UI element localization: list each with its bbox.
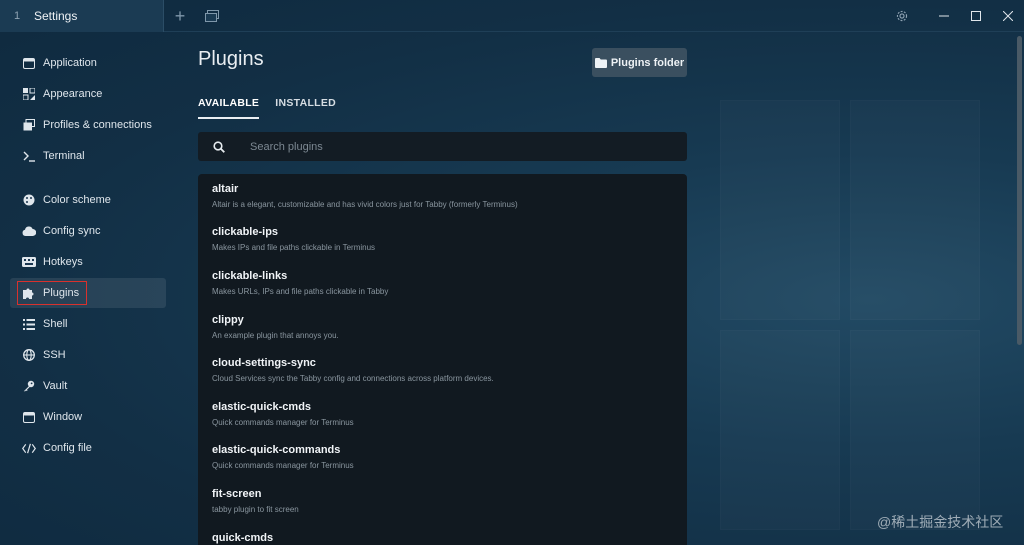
list-item[interactable]: elastic-quick-cmds Quick commands manage… xyxy=(212,401,672,427)
plugin-name: elastic-quick-cmds xyxy=(212,401,312,413)
terminal-icon xyxy=(22,149,36,163)
sidebar-item-shell[interactable]: Shell xyxy=(10,309,166,339)
plugin-name: fit-screen xyxy=(212,488,262,500)
cloud-icon xyxy=(22,224,36,238)
plugins-folder-button[interactable]: Plugins folder xyxy=(592,48,687,77)
plugin-name: cloud-settings-sync xyxy=(212,357,316,369)
plugins-folder-label: Plugins folder xyxy=(610,56,685,69)
sidebar-item-plugins[interactable]: Plugins xyxy=(10,278,166,308)
plugin-list: altair Altair is a elegant, customizable… xyxy=(198,174,687,545)
plugin-description: Cloud Services sync the Tabby config and… xyxy=(212,374,494,383)
minimize-icon xyxy=(939,15,949,17)
sidebar-item-application[interactable]: Application xyxy=(10,48,166,78)
plugin-description: Quick commands manager for Terminus xyxy=(212,418,354,427)
plugin-name: quick-cmds xyxy=(212,532,274,544)
profiles-button[interactable] xyxy=(200,0,224,32)
sidebar-item-label: Terminal xyxy=(43,150,85,162)
list-item[interactable]: clippy An example plugin that annoys you… xyxy=(212,314,672,340)
plugin-name: clickable-ips xyxy=(212,226,279,238)
scrollbar[interactable] xyxy=(1017,36,1022,345)
tab-title: Settings xyxy=(34,9,78,23)
plugin-tabs: AVAILABLE INSTALLED xyxy=(198,97,336,119)
search-icon xyxy=(212,140,226,154)
list-item[interactable]: quick-cmds xyxy=(212,532,672,544)
sidebar-item-window[interactable]: Window xyxy=(10,402,166,432)
search-bar xyxy=(198,132,687,161)
maximize-button[interactable] xyxy=(962,0,990,32)
plugin-description: tabby plugin to fit screen xyxy=(212,505,299,514)
plugin-description: Quick commands manager for Terminus xyxy=(212,461,354,470)
palette-icon xyxy=(22,87,36,101)
sidebar-item-label: Vault xyxy=(43,380,68,392)
window-icon xyxy=(22,410,36,424)
page-title: Plugins xyxy=(198,48,264,70)
tab-available[interactable]: AVAILABLE xyxy=(198,97,260,119)
background-decoration xyxy=(700,40,1024,545)
plugin-name: altair xyxy=(212,183,239,195)
list-item[interactable]: altair Altair is a elegant, customizable… xyxy=(212,183,672,209)
close-button[interactable] xyxy=(994,0,1022,32)
folder-icon xyxy=(594,56,607,70)
sidebar-item-label: Color scheme xyxy=(43,194,111,206)
plugin-name: elastic-quick-commands xyxy=(212,444,341,456)
code-icon xyxy=(22,441,36,455)
sidebar-item-ssh[interactable]: SSH xyxy=(10,340,166,370)
sidebar-item-label: Appearance xyxy=(43,88,103,100)
sidebar-item-appearance[interactable]: Appearance xyxy=(10,79,166,109)
sidebar-item-color-scheme[interactable]: Color scheme xyxy=(10,185,166,215)
tab-installed[interactable]: INSTALLED xyxy=(275,97,336,119)
titlebar-divider xyxy=(164,31,1024,32)
sidebar-item-hotkeys[interactable]: Hotkeys xyxy=(10,247,166,277)
plugin-description: Makes URLs, IPs and file paths clickable… xyxy=(212,287,389,296)
settings-sidebar: Application Appearance Profiles & connec… xyxy=(0,32,174,545)
list-icon xyxy=(22,317,36,331)
sidebar-item-label: Shell xyxy=(43,318,68,330)
list-item[interactable]: cloud-settings-sync Cloud Services sync … xyxy=(212,357,672,383)
windows-stack-icon xyxy=(22,118,36,132)
new-tab-button[interactable]: + xyxy=(168,0,192,32)
globe-icon xyxy=(22,348,36,362)
palette-icon xyxy=(22,193,36,207)
tab-settings[interactable]: 1 Settings xyxy=(0,0,164,32)
sidebar-item-vault[interactable]: Vault xyxy=(10,371,166,401)
settings-button[interactable] xyxy=(888,0,916,32)
sidebar-item-config-file[interactable]: Config file xyxy=(10,433,166,463)
sidebar-item-label: SSH xyxy=(43,349,66,361)
windows-icon xyxy=(205,10,219,22)
sidebar-item-terminal[interactable]: Terminal xyxy=(10,141,166,171)
plugin-description: An example plugin that annoys you. xyxy=(212,331,339,340)
sidebar-item-label: Config file xyxy=(43,442,92,454)
sidebar-item-config-sync[interactable]: Config sync xyxy=(10,216,166,246)
search-input[interactable] xyxy=(250,140,650,153)
sidebar-item-label: Hotkeys xyxy=(43,256,83,268)
plugin-name: clickable-links xyxy=(212,270,288,282)
keyboard-icon xyxy=(22,255,36,269)
list-item[interactable]: clickable-ips Makes IPs and file paths c… xyxy=(212,226,672,252)
tab-number: 1 xyxy=(13,10,21,22)
sidebar-item-label: Window xyxy=(43,411,83,423)
list-item[interactable]: clickable-links Makes URLs, IPs and file… xyxy=(212,270,672,296)
maximize-icon xyxy=(971,11,981,21)
close-icon xyxy=(1003,11,1013,21)
sidebar-item-label: Application xyxy=(43,57,97,69)
sidebar-item-profiles[interactable]: Profiles & connections xyxy=(10,110,166,140)
watermark: @稀土掘金技术社区 xyxy=(877,514,1004,530)
gear-icon xyxy=(896,10,908,22)
plugin-name: clippy xyxy=(212,314,244,326)
plugin-description: Makes IPs and file paths clickable in Te… xyxy=(212,243,376,252)
title-bar: 1 Settings + xyxy=(0,0,1024,32)
sidebar-item-label: Profiles & connections xyxy=(43,119,152,131)
minimize-button[interactable] xyxy=(930,0,958,32)
plugin-description: Altair is a elegant, customizable and ha… xyxy=(212,200,518,209)
key-icon xyxy=(22,379,36,393)
puzzle-icon xyxy=(22,286,36,300)
list-item[interactable]: fit-screen tabby plugin to fit screen xyxy=(212,488,672,514)
sidebar-item-label: Plugins xyxy=(43,287,80,299)
window-icon xyxy=(22,56,36,70)
list-item[interactable]: elastic-quick-commands Quick commands ma… xyxy=(212,444,672,470)
sidebar-item-label: Config sync xyxy=(43,225,101,237)
